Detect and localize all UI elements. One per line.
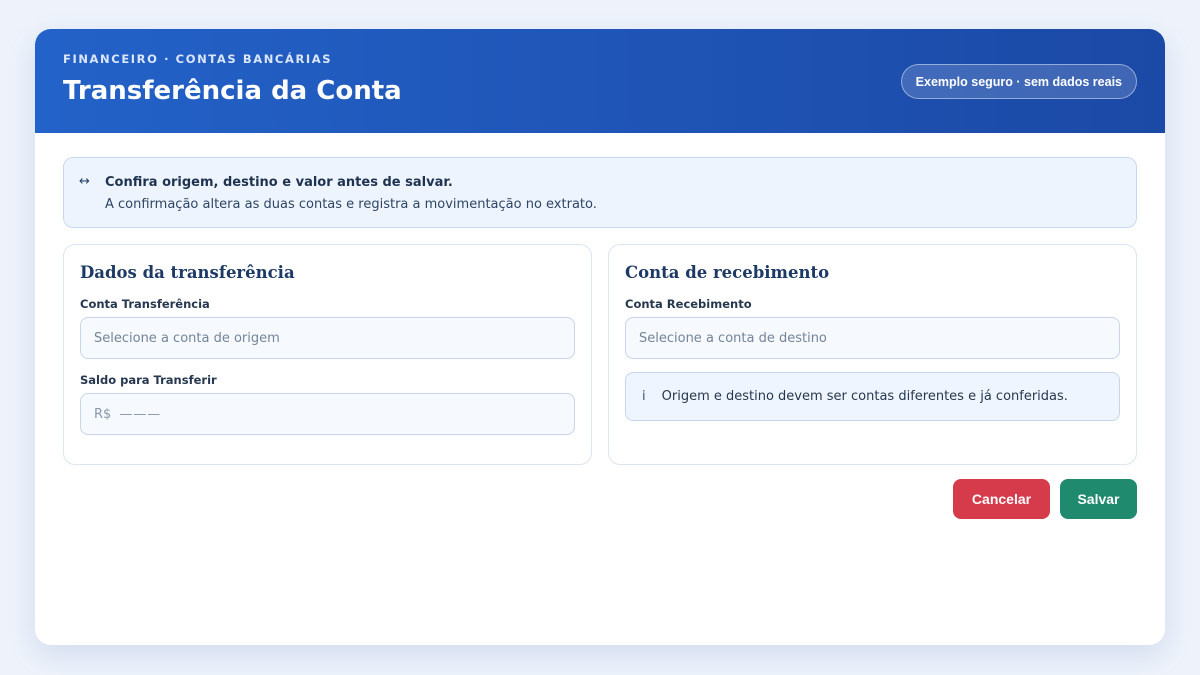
notice-title: Confira origem, destino e valor antes de… bbox=[105, 175, 453, 190]
safe-example-badge: Exemplo seguro · sem dados reais bbox=[900, 64, 1137, 99]
transfer-details-card: Dados da transferência Conta Transferênc… bbox=[63, 244, 592, 465]
amount-label: Saldo para Transferir bbox=[80, 373, 217, 387]
transfer-window: FINANCEIRO · CONTAS BANCÁRIAS Transferên… bbox=[35, 29, 1165, 645]
breadcrumb: FINANCEIRO · CONTAS BANCÁRIAS bbox=[63, 52, 333, 66]
destination-account-label: Conta Recebimento bbox=[625, 297, 752, 311]
receiving-account-card: Conta de recebimento Conta Recebimento S… bbox=[608, 244, 1137, 465]
source-account-label: Conta Transferência bbox=[80, 297, 210, 311]
amount-value: ——— bbox=[119, 406, 162, 422]
account-hint-text: Origem e destino devem ser contas difere… bbox=[661, 389, 1068, 404]
source-account-placeholder: Selecione a conta de origem bbox=[94, 330, 280, 346]
destination-account-select[interactable]: Selecione a conta de destino bbox=[625, 317, 1120, 359]
transfer-details-title: Dados da transferência bbox=[80, 263, 295, 282]
cancel-button[interactable]: Cancelar bbox=[953, 479, 1050, 519]
amount-input[interactable]: R$ ——— bbox=[80, 393, 575, 435]
save-button[interactable]: Salvar bbox=[1060, 479, 1137, 519]
notice-text: A confirmação altera as duas contas e re… bbox=[105, 197, 597, 212]
page-title: Transferência da Conta bbox=[63, 76, 402, 106]
currency-prefix: R$ bbox=[94, 406, 112, 422]
page-header: FINANCEIRO · CONTAS BANCÁRIAS Transferên… bbox=[35, 29, 1165, 133]
transfer-arrows-icon: ↔ bbox=[79, 174, 90, 189]
account-hint: i Origem e destino devem ser contas dife… bbox=[625, 372, 1120, 421]
receiving-account-title: Conta de recebimento bbox=[625, 263, 830, 282]
source-account-select[interactable]: Selecione a conta de origem bbox=[80, 317, 575, 359]
confirmation-notice: ↔ Confira origem, destino e valor antes … bbox=[63, 157, 1137, 228]
destination-account-placeholder: Selecione a conta de destino bbox=[639, 330, 827, 346]
info-icon: i bbox=[642, 389, 646, 404]
